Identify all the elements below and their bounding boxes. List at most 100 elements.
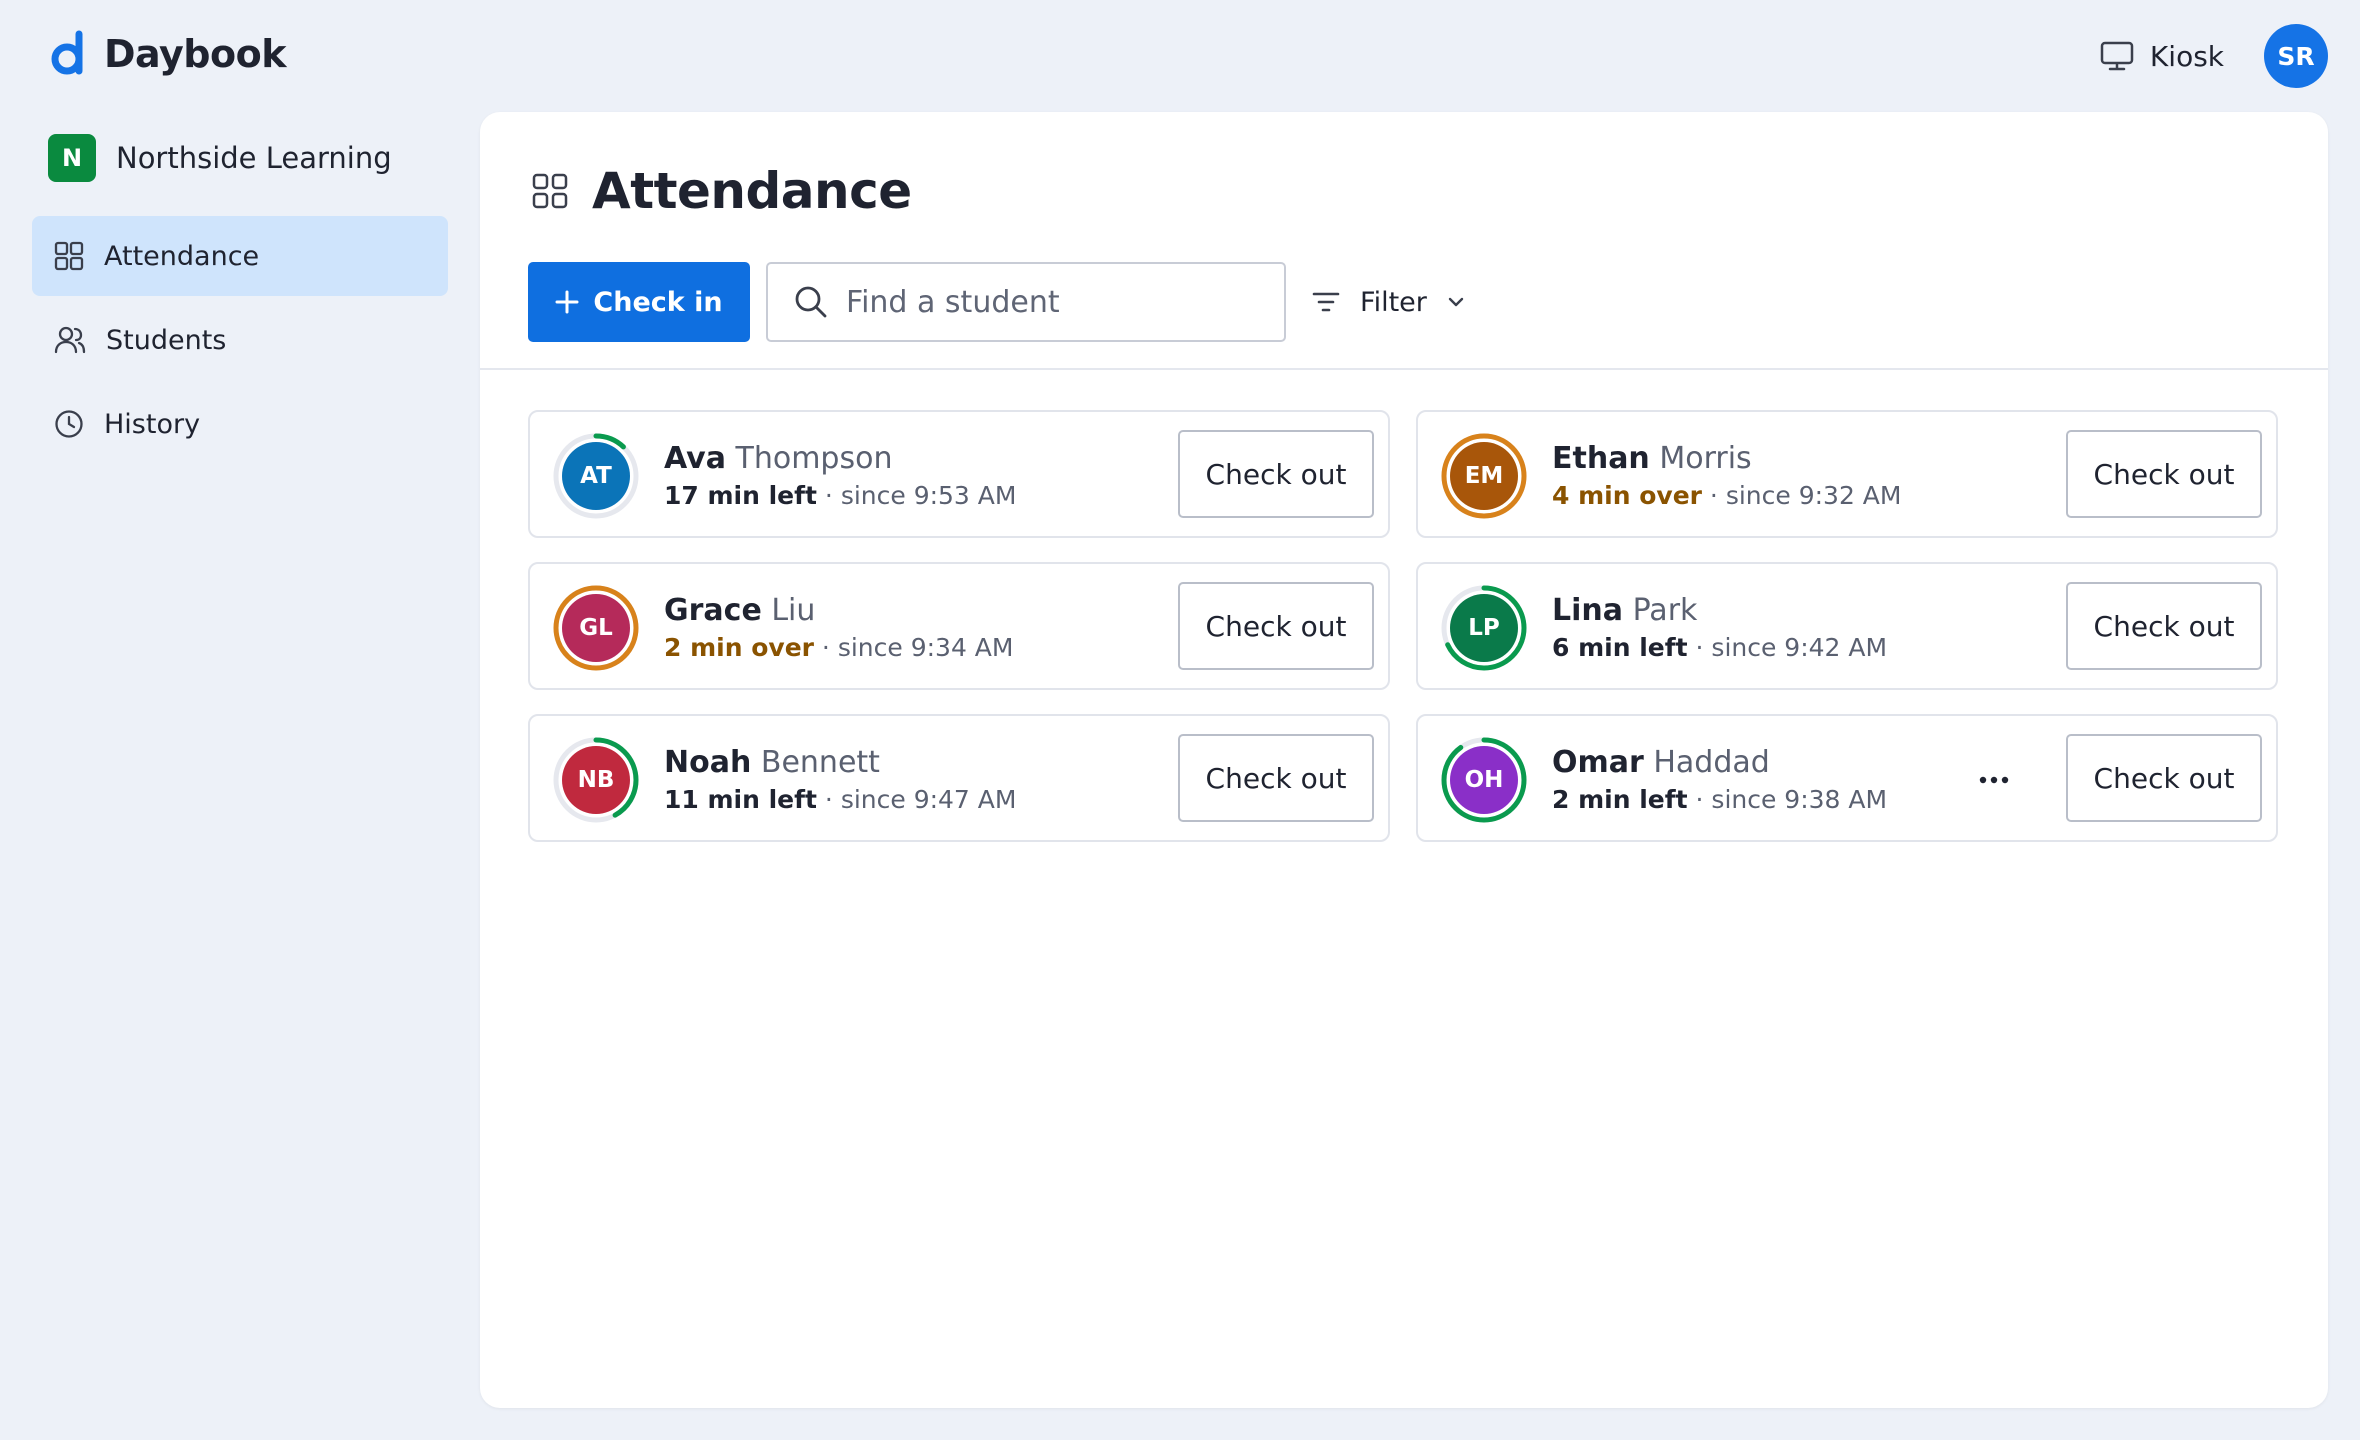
since-time: since 9:42 AM [1711,633,1888,662]
student-avatar: OH [1450,746,1518,814]
meta-separator: · [813,633,838,662]
student-avatar: EM [1450,442,1518,510]
sidebar-item-label: Students [106,324,227,356]
meta-separator: · [816,481,841,510]
check-out-button[interactable]: Check out [2066,582,2262,670]
user-avatar[interactable]: SR [2264,24,2328,88]
student-first-name: Grace [664,593,762,628]
since-time: since 9:32 AM [1725,481,1902,510]
student-last-name: Haddad [1653,745,1770,780]
sidebar-item-label: History [104,408,201,440]
workspace-switcher[interactable]: N Northside Learning [48,134,392,182]
brand[interactable]: Daybook [50,30,286,78]
student-meta: 17 min left · since 9:53 AM [664,478,1016,514]
student-info: Omar Haddad 2 min left · since 9:38 AM [1552,744,1887,818]
more-options-button[interactable] [1974,760,2014,800]
users-icon [54,326,86,354]
student-first-name: Lina [1552,593,1624,628]
daybook-logo-icon [51,30,83,75]
student-first-name: Ava [664,441,726,476]
check-out-button[interactable]: Check out [2066,734,2262,822]
plus-icon [555,290,579,314]
student-info: Grace Liu 2 min over · since 9:34 AM [664,592,1013,666]
sidebar-item-label: Attendance [104,240,260,272]
search-input[interactable] [846,284,1266,320]
student-meta: 6 min left · since 9:42 AM [1552,630,1887,666]
student-last-name: Bennett [760,745,880,780]
time-ring: GL [552,584,640,672]
student-card[interactable]: LP Lina Park 6 min left · since 9:42 AM … [1416,562,2278,690]
sidebar-item-history[interactable]: History [32,384,448,464]
kiosk-button[interactable]: Kiosk [2100,40,2224,73]
student-avatar: NB [562,746,630,814]
header-divider [480,368,2328,370]
toolbar: Check in Filter [528,262,1473,342]
time-status: 6 min left [1552,633,1688,662]
meta-separator: · [816,785,841,814]
time-status: 2 min over [664,633,814,662]
brand-name: Daybook [104,32,286,76]
student-card[interactable]: OH Omar Haddad 2 min left · since 9:38 A… [1416,714,2278,842]
check-out-button[interactable]: Check out [2066,430,2262,518]
search-box[interactable] [766,262,1286,342]
more-horizontal-icon [1979,776,2009,784]
student-meta: 11 min left · since 9:47 AM [664,782,1016,818]
check-in-button[interactable]: Check in [528,262,750,342]
since-time: since 9:47 AM [840,785,1017,814]
grid-icon [54,241,84,271]
check-out-button[interactable]: Check out [1178,430,1374,518]
student-card[interactable]: GL Grace Liu 2 min over · since 9:34 AM … [528,562,1390,690]
filter-lines-icon [1312,292,1340,312]
student-grid: AT Ava Thompson 17 min left · since 9:53… [528,410,2280,842]
student-last-name: Morris [1659,441,1752,476]
time-status: 17 min left [664,481,817,510]
meta-separator: · [1687,785,1712,814]
student-first-name: Noah [664,745,752,780]
filter-label: Filter [1360,286,1427,318]
student-last-name: Thompson [735,441,893,476]
student-avatar: AT [562,442,630,510]
student-last-name: Park [1632,593,1698,628]
monitor-icon [2100,41,2134,71]
check-out-button[interactable]: Check out [1178,582,1374,670]
time-ring: OH [1440,736,1528,824]
student-card[interactable]: NB Noah Bennett 11 min left · since 9:47… [528,714,1390,842]
student-name: Ethan Morris [1552,440,1901,478]
student-card[interactable]: AT Ava Thompson 17 min left · since 9:53… [528,410,1390,538]
sidebar-nav: Attendance Students History [32,216,448,468]
page-title: Attendance [592,162,912,220]
student-first-name: Omar [1552,745,1644,780]
student-name: Lina Park [1552,592,1887,630]
time-ring: AT [552,432,640,520]
student-first-name: Ethan [1552,441,1650,476]
check-in-label: Check in [593,286,723,318]
student-info: Ethan Morris 4 min over · since 9:32 AM [1552,440,1901,514]
time-ring: NB [552,736,640,824]
student-avatar: LP [1450,594,1518,662]
workspace-name: Northside Learning [116,141,392,175]
search-icon [795,286,827,318]
time-ring: EM [1440,432,1528,520]
clock-icon [55,410,83,438]
student-meta: 4 min over · since 9:32 AM [1552,478,1901,514]
page-header: Attendance [532,162,912,220]
time-status: 2 min left [1552,785,1688,814]
student-card[interactable]: EM Ethan Morris 4 min over · since 9:32 … [1416,410,2278,538]
sidebar-item-attendance[interactable]: Attendance [32,216,448,296]
student-name: Omar Haddad [1552,744,1887,782]
student-info: Ava Thompson 17 min left · since 9:53 AM [664,440,1016,514]
since-time: since 9:38 AM [1711,785,1888,814]
check-out-button[interactable]: Check out [1178,734,1374,822]
top-right-actions: Kiosk SR [2100,24,2328,88]
filter-button[interactable]: Filter [1304,277,1473,328]
sidebar-item-students[interactable]: Students [32,300,448,380]
since-time: since 9:53 AM [840,481,1017,510]
student-meta: 2 min over · since 9:34 AM [664,630,1013,666]
student-info: Lina Park 6 min left · since 9:42 AM [1552,592,1887,666]
time-ring: LP [1440,584,1528,672]
student-name: Grace Liu [664,592,1013,630]
meta-separator: · [1701,481,1726,510]
meta-separator: · [1687,633,1712,662]
chevron-down-icon [1448,297,1464,307]
time-status: 11 min left [664,785,817,814]
